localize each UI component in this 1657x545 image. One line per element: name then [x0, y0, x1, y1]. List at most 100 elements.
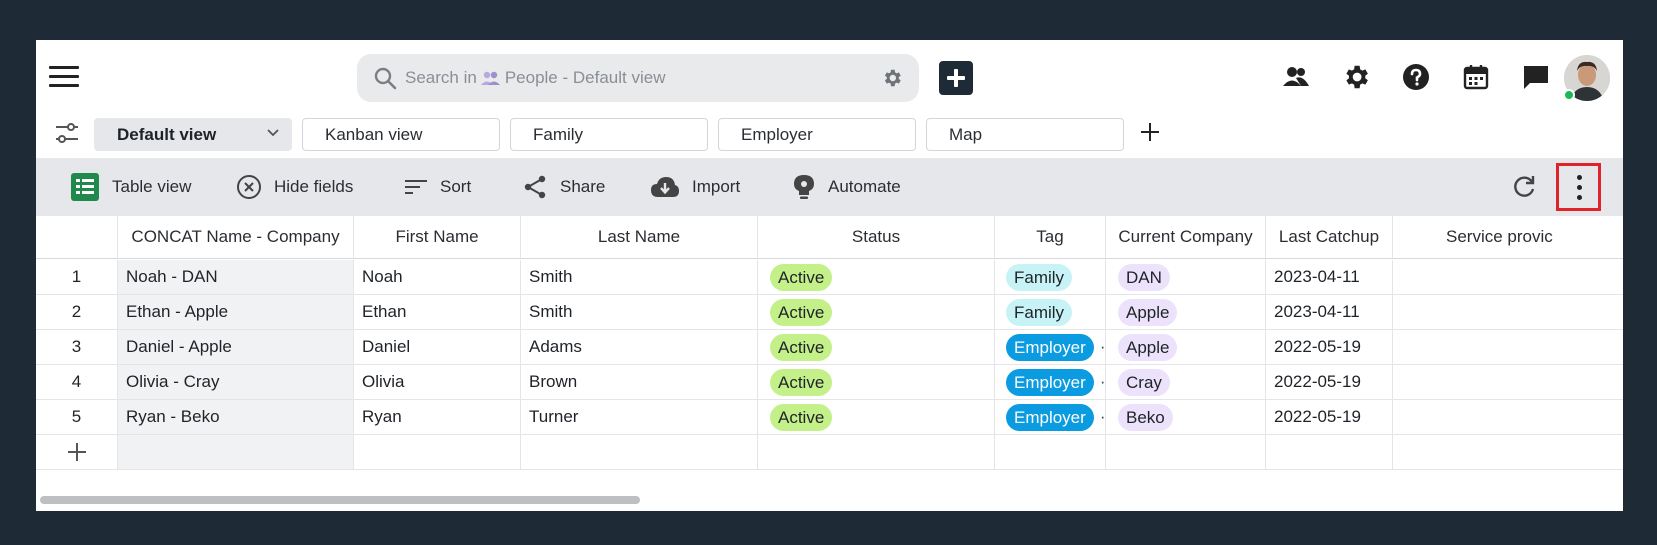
cell-service-provider[interactable]	[1393, 295, 1623, 329]
cell-status[interactable]: Active	[758, 400, 995, 434]
hide-fields-icon	[237, 175, 261, 199]
header-current-company[interactable]: Current Company	[1106, 216, 1266, 258]
tab-kanban-view[interactable]: Kanban view	[302, 118, 500, 151]
share-button[interactable]: Share	[522, 171, 605, 203]
cell-service-provider[interactable]	[1393, 400, 1623, 434]
header-first-name[interactable]: First Name	[354, 216, 521, 258]
tag-badge: Family	[1006, 263, 1073, 291]
cell-tag[interactable]: Family	[995, 260, 1106, 294]
cell-concat-name-company[interactable]: Olivia - Cray	[118, 365, 354, 399]
search-scope: People - Default view	[504, 68, 666, 87]
sort-icon	[405, 180, 427, 194]
table-row[interactable]: 2 Ethan - Apple Ethan Smith Active Family Appl…	[36, 295, 1623, 330]
cell-last-catchup[interactable]: 2022-05-19	[1266, 400, 1393, 434]
add-row-cell[interactable]	[36, 435, 118, 469]
cell-current-company[interactable]: DAN	[1106, 260, 1266, 294]
cell-service-provider[interactable]	[1393, 365, 1623, 399]
tab-employer[interactable]: Employer	[718, 118, 916, 151]
settings-icon[interactable]	[1341, 62, 1371, 92]
more-vertical-icon[interactable]	[1556, 163, 1601, 211]
row-number[interactable]: 4	[36, 365, 118, 399]
cell-concat-name-company[interactable]: Ryan - Beko	[118, 400, 354, 434]
add-row-icon[interactable]	[67, 443, 86, 461]
settings-gear-icon[interactable]	[881, 67, 903, 89]
cell-status[interactable]: Active	[758, 260, 995, 294]
cell-last-name[interactable]: Smith	[521, 260, 758, 294]
cell-last-catchup[interactable]: 2023-04-11	[1266, 295, 1393, 329]
chevron-down-icon	[267, 129, 279, 137]
toolbar: Table view Hide fields Sort Share Import…	[36, 158, 1623, 216]
cell-status[interactable]: Active	[758, 295, 995, 329]
cell-current-company[interactable]: Apple	[1106, 295, 1266, 329]
cell-first-name[interactable]: Daniel	[354, 330, 521, 364]
header-tag[interactable]: Tag	[995, 216, 1106, 258]
empty-cell	[354, 435, 521, 469]
cell-first-name[interactable]: Ryan	[354, 400, 521, 434]
add-icon[interactable]	[939, 61, 973, 95]
filter-sliders-icon[interactable]	[54, 120, 80, 146]
add-view-icon[interactable]	[1139, 122, 1161, 144]
cell-tag[interactable]: Employer ·	[995, 365, 1106, 399]
cell-status[interactable]: Active	[758, 365, 995, 399]
cell-tag[interactable]: Family	[995, 295, 1106, 329]
help-icon[interactable]	[1401, 62, 1431, 92]
calendar-icon[interactable]	[1461, 62, 1491, 92]
sort-label: Sort	[440, 177, 472, 196]
header-status[interactable]: Status	[758, 216, 995, 258]
cell-last-catchup[interactable]: 2022-05-19	[1266, 365, 1393, 399]
cell-last-name[interactable]: Brown	[521, 365, 758, 399]
cell-last-catchup[interactable]: 2022-05-19	[1266, 330, 1393, 364]
header-last-name[interactable]: Last Name	[521, 216, 758, 258]
tab-default-view[interactable]: Default view	[94, 118, 292, 151]
cell-first-name[interactable]: Noah	[354, 260, 521, 294]
tab-family[interactable]: Family	[510, 118, 708, 151]
cloud-download-icon	[651, 177, 679, 197]
header-concat-name-company[interactable]: CONCAT Name - Company	[118, 216, 354, 258]
more-tags-indicator: ·	[1099, 407, 1106, 426]
refresh-icon[interactable]	[1511, 174, 1537, 200]
row-number[interactable]: 3	[36, 330, 118, 364]
row-number[interactable]: 1	[36, 260, 118, 294]
automate-button[interactable]: Automate	[792, 171, 901, 203]
cell-current-company[interactable]: Cray	[1106, 365, 1266, 399]
automate-bulb-icon	[794, 175, 814, 199]
cell-current-company[interactable]: Apple	[1106, 330, 1266, 364]
row-number[interactable]: 2	[36, 295, 118, 329]
horizontal-scrollbar[interactable]	[40, 496, 640, 504]
empty-cell	[1393, 435, 1623, 469]
cell-status[interactable]: Active	[758, 330, 995, 364]
chat-icon[interactable]	[1521, 62, 1551, 92]
cell-concat-name-company[interactable]: Daniel - Apple	[118, 330, 354, 364]
search-box[interactable]: Search in People - Default view	[357, 54, 919, 102]
cell-service-provider[interactable]	[1393, 330, 1623, 364]
table-row[interactable]: 4 Olivia - Cray Olivia Brown Active Employer ·…	[36, 365, 1623, 400]
tab-label: Map	[949, 125, 983, 144]
people-icon[interactable]	[1281, 62, 1311, 92]
cell-last-name[interactable]: Adams	[521, 330, 758, 364]
table-view-button[interactable]: Table view	[70, 171, 191, 203]
company-badge: Beko	[1118, 403, 1173, 431]
cell-first-name[interactable]: Ethan	[354, 295, 521, 329]
sort-button[interactable]: Sort	[404, 171, 471, 203]
cell-last-name[interactable]: Turner	[521, 400, 758, 434]
row-number[interactable]: 5	[36, 400, 118, 434]
tab-map[interactable]: Map	[926, 118, 1124, 151]
cell-last-catchup[interactable]: 2023-04-11	[1266, 260, 1393, 294]
hide-fields-button[interactable]: Hide fields	[236, 171, 353, 203]
cell-last-name[interactable]: Smith	[521, 295, 758, 329]
cell-first-name[interactable]: Olivia	[354, 365, 521, 399]
table-row[interactable]: 1 Noah - DAN Noah Smith Active Family DAN 2023-…	[36, 260, 1623, 295]
cell-tag[interactable]: Employer ·	[995, 330, 1106, 364]
cell-current-company[interactable]: Beko	[1106, 400, 1266, 434]
table-row[interactable]: 3 Daniel - Apple Daniel Adams Active Employer…	[36, 330, 1623, 365]
cell-tag[interactable]: Employer ·	[995, 400, 1106, 434]
header-service-provider[interactable]: Service provic	[1393, 216, 1623, 258]
cell-concat-name-company[interactable]: Ethan - Apple	[118, 295, 354, 329]
hamburger-icon[interactable]	[49, 66, 79, 90]
cell-concat-name-company[interactable]: Noah - DAN	[118, 260, 354, 294]
cell-service-provider[interactable]	[1393, 260, 1623, 294]
tag-badge: Employer	[1006, 333, 1094, 361]
header-last-catchup[interactable]: Last Catchup	[1266, 216, 1393, 258]
import-button[interactable]: Import	[650, 171, 740, 203]
table-row[interactable]: 5 Ryan - Beko Ryan Turner Active Employer · Bek…	[36, 400, 1623, 435]
